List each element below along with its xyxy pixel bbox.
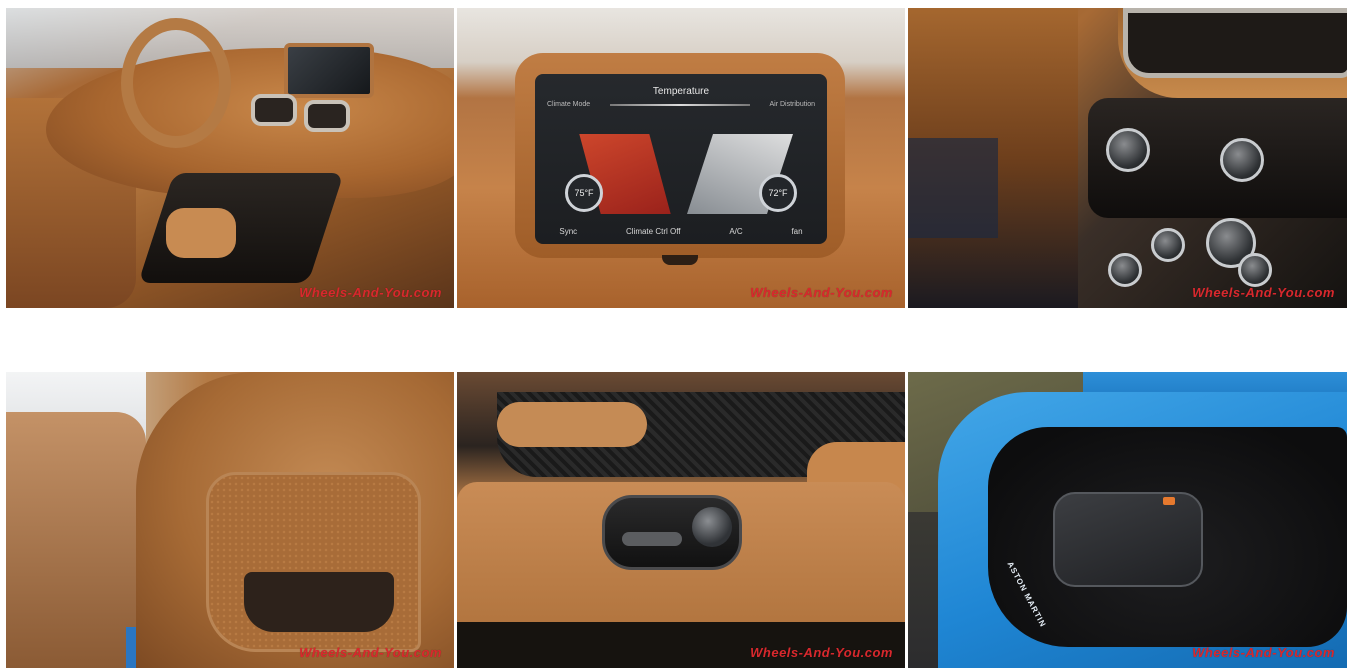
gallery-photo-dashboard[interactable]: Wheels-And-You.com: [6, 8, 454, 308]
gallery-photo-infotainment[interactable]: Temperature Climate Mode Air Distributio…: [457, 8, 905, 308]
screen-right-label: Air Distribution: [769, 101, 815, 108]
climate-knob-right: [1220, 138, 1264, 182]
screen-climate-label: Climate Ctrl Off: [625, 227, 681, 236]
screen-fan-label: fan: [791, 227, 803, 236]
gallery-photo-console-buttons[interactable]: Wheels-And-You.com: [908, 8, 1347, 308]
air-vent-right: [304, 100, 350, 132]
gear-button-n: [1238, 253, 1272, 287]
screen-title: Temperature: [652, 86, 710, 97]
gallery-photo-trunk[interactable]: ASTON MARTIN Wheels-And-You.com: [908, 372, 1347, 668]
seat-pocket: [244, 572, 394, 632]
bag-tag: [1163, 497, 1175, 505]
screen-left-label: Climate Mode: [547, 101, 591, 108]
gear-button-r: [1151, 228, 1185, 262]
air-vent-left: [251, 94, 297, 126]
air-vent: [1123, 8, 1347, 78]
seat-adjust-knob: [692, 507, 732, 547]
watermark-text: Wheels-And-You.com: [750, 645, 893, 660]
luggage-bag: [1053, 492, 1203, 587]
screen-ac-label: A/C: [729, 227, 743, 236]
photo-gallery: Wheels-And-You.com Temperature Climate M…: [0, 0, 1347, 668]
watermark-text: Wheels-And-You.com: [299, 285, 442, 300]
watermark-text: Wheels-And-You.com: [750, 285, 893, 300]
screen-sync-label: Sync: [559, 227, 578, 236]
watermark-text: Wheels-And-You.com: [1192, 645, 1335, 660]
temperature-right: 72°F: [759, 174, 797, 212]
armrest: [497, 402, 647, 447]
infotainment-display: Temperature Climate Mode Air Distributio…: [535, 74, 827, 244]
gear-selector: [166, 208, 236, 258]
door-interior: [6, 412, 146, 668]
exterior-glimpse: [908, 138, 998, 238]
temperature-left: 75°F: [565, 174, 603, 212]
steering-wheel: [121, 18, 231, 148]
watermark-text: Wheels-And-You.com: [299, 645, 442, 660]
gear-button-p: [1108, 253, 1142, 287]
screen-divider: [610, 104, 750, 106]
screen-mount: [662, 255, 698, 265]
watermark-text: Wheels-And-You.com: [1192, 285, 1335, 300]
seat-adjust-lever: [622, 532, 682, 546]
climate-knob-left: [1106, 128, 1150, 172]
screen-bottom-bar: Sync Climate Ctrl Off A/C fan: [535, 227, 827, 236]
gallery-photo-seat-controls[interactable]: Wheels-And-You.com: [457, 372, 905, 668]
gallery-photo-seat-back[interactable]: Wheels-And-You.com: [6, 372, 454, 668]
infotainment-screen-small: [284, 43, 374, 98]
